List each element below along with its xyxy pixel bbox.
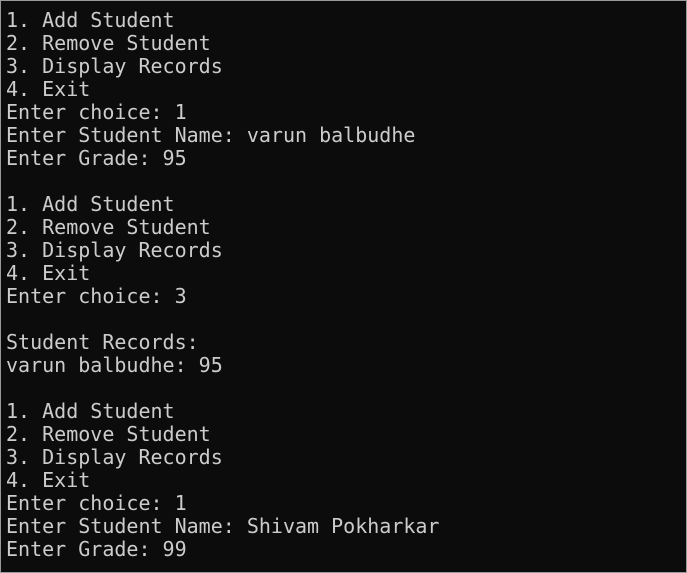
terminal-line: 2. Remove Student: [6, 31, 211, 55]
terminal-line: Enter Grade: 95: [6, 146, 187, 170]
terminal-line: 1. Add Student: [6, 8, 175, 32]
terminal-line: 2. Remove Student: [6, 422, 211, 446]
terminal-output: 1. Add Student 2. Remove Student 3. Displa…: [6, 9, 439, 561]
terminal-line: 4. Exit: [6, 468, 91, 492]
terminal-line: 1. Add Student: [6, 192, 175, 216]
terminal-line: Enter Student Name: Shivam Pokharkar: [6, 514, 440, 538]
terminal-line: 2. Remove Student: [6, 215, 211, 239]
terminal-line: Enter choice: 1: [6, 491, 187, 515]
terminal-line: Student Records:: [6, 330, 199, 354]
terminal-line: 3. Display Records: [6, 54, 223, 78]
terminal-line: Enter Student Name: varun balbudhe: [6, 123, 416, 147]
terminal-line: Enter choice: 3: [6, 284, 187, 308]
terminal-line: varun balbudhe: 95: [6, 353, 223, 377]
terminal-line: 3. Display Records: [6, 445, 223, 469]
terminal-line: 4. Exit: [6, 77, 91, 101]
terminal-line: 4. Exit: [6, 261, 91, 285]
terminal-line: 3. Display Records: [6, 238, 223, 262]
terminal-line: 1. Add Student: [6, 399, 175, 423]
terminal-line: Enter choice: 1: [6, 100, 187, 124]
terminal-window[interactable]: 1. Add Student 2. Remove Student 3. Displa…: [0, 0, 687, 573]
terminal-line: Enter Grade: 99: [6, 537, 187, 561]
